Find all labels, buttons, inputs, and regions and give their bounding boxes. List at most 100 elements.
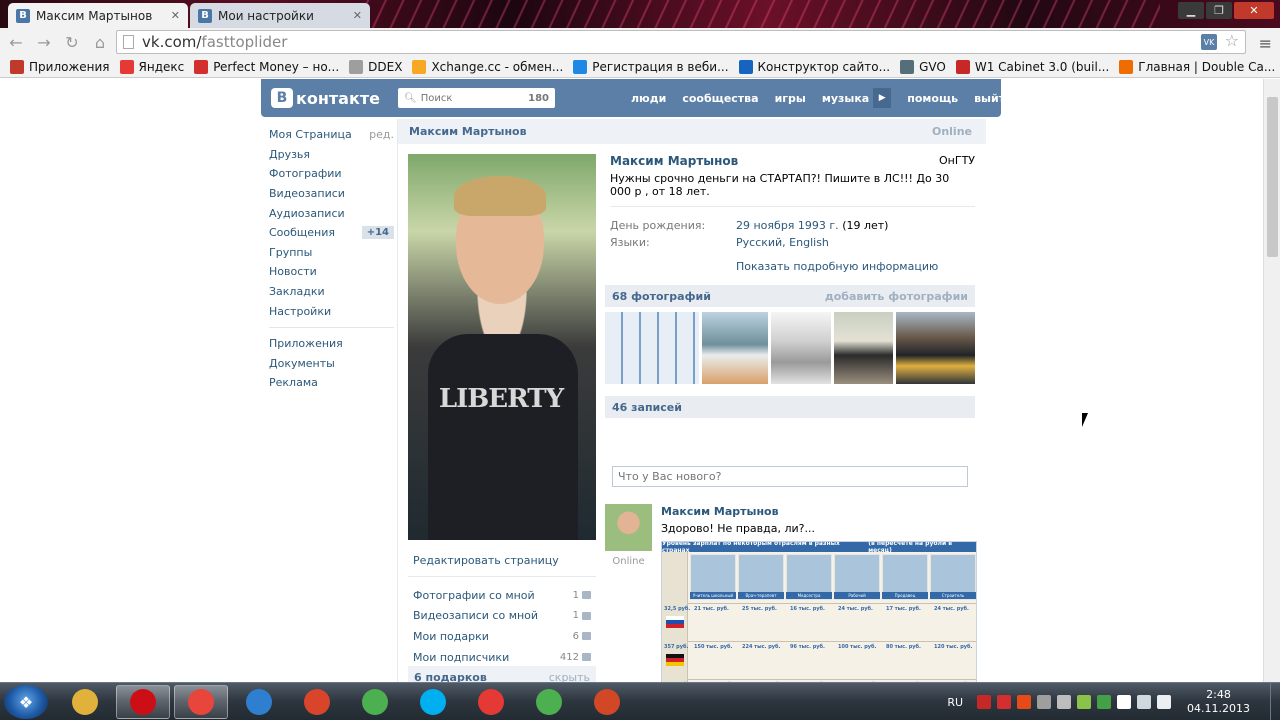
show-more-info-link[interactable]: Показать подробную информацию [736,260,975,273]
profile-link-row[interactable]: Видеозаписи со мной 1 [413,606,591,627]
tray-icon[interactable] [1117,695,1132,709]
bookmark-item[interactable]: GVO [900,59,946,74]
bookmark-item[interactable]: W1 Cabinet 3.0 (buil... [955,59,1109,74]
tab-settings[interactable]: В Мои настройки ✕ [190,3,370,28]
taskbar-app-k-app[interactable] [232,685,286,719]
nav-communities[interactable]: сообщества [674,92,766,105]
menu-icon[interactable]: ≡ [1259,34,1272,53]
sidebar-item[interactable]: Друзья [269,145,394,165]
show-desktop-button[interactable] [1270,683,1280,720]
scrollbar-thumb[interactable] [1267,97,1278,257]
language-indicator[interactable]: RU [947,696,963,709]
nav-people[interactable]: люди [623,92,674,105]
profile-link-row[interactable]: Мои подарки 6 [413,626,591,647]
clock[interactable]: 2:48 04.11.2013 [1187,688,1250,716]
sidebar-item[interactable]: Новости [269,262,394,282]
profile-link-row[interactable]: Фотографии со мной 1 [413,585,591,606]
bookmark-item[interactable]: DDEX [349,59,402,74]
bookmark-item[interactable]: Главная | Double Ca... [1119,59,1275,74]
birthday-value[interactable]: 29 ноября 1993 г. [736,219,839,232]
tab-active[interactable]: В Максим Мартынов ✕ [8,3,188,28]
university[interactable]: ОнГТУ [939,154,975,168]
tray-icon[interactable] [1137,695,1152,709]
tray-icon[interactable] [1017,695,1032,709]
taskbar-app-utorrent[interactable] [522,685,576,719]
tray-icon[interactable] [997,695,1012,709]
photo-thumbnail[interactable] [605,312,700,384]
tray-icon[interactable] [1057,695,1072,709]
sidebar-item[interactable]: Видеозаписи [269,184,394,204]
taskbar-app-chrome[interactable] [174,685,228,719]
sidebar-item[interactable]: Аудиозаписи [269,203,394,223]
sidebar-item[interactable]: Приложения [269,334,394,354]
home-icon[interactable]: ⌂ [88,31,112,53]
address-bar[interactable]: vk.com/fasttoplider VK ☆ [116,30,1246,54]
sidebar-item[interactable]: Моя Страница ред. [269,125,394,145]
photo-thumbnail[interactable] [702,312,769,384]
bookmark-item[interactable]: Perfect Money – но... [194,59,339,74]
page-scrollbar[interactable] [1263,79,1280,682]
reload-icon[interactable]: ↻ [60,31,84,53]
bookmark-item[interactable]: Приложения [10,59,110,74]
post-author-name[interactable]: Максим Мартынов [661,505,779,518]
vk-logo[interactable]: В контакте [271,88,380,108]
profile-avatar[interactable]: LIBERTY [408,154,596,540]
sidebar-item[interactable]: Настройки [269,301,394,321]
taskbar-app-skype[interactable] [406,685,460,719]
edit-link[interactable]: ред. [369,128,394,141]
taskbar-app-star-app[interactable] [290,685,344,719]
photo-thumbnail[interactable] [771,312,832,384]
taskbar-app-opera[interactable] [116,685,170,719]
tray-icon[interactable] [1077,695,1092,709]
forward-icon[interactable]: → [32,31,56,53]
photos-header[interactable]: 68 фотографий добавить фотографии [605,285,975,307]
vk-extension-icon[interactable]: VK [1201,34,1217,50]
nav-music[interactable]: музыка [814,92,877,105]
play-arrow-icon[interactable]: ▶ [873,88,892,108]
sidebar-item[interactable]: Группы [269,243,394,263]
languages-value[interactable]: Русский, English [736,236,829,249]
tray-icon[interactable] [1097,695,1112,709]
minimize-icon[interactable]: ▁ [1178,2,1204,19]
tray-icon[interactable] [1157,695,1172,709]
taskbar-app-explorer[interactable] [58,685,112,719]
photo-thumbnail[interactable] [834,312,894,384]
bookmark-item[interactable]: Конструктор сайто... [738,59,890,74]
sidebar-item[interactable]: Документы [269,354,394,374]
gifts-header[interactable]: 6 подарков скрыть [408,666,596,682]
bookmark-item[interactable]: Яндекс [119,59,184,74]
bookmark-star-icon[interactable]: ☆ [1225,31,1239,50]
search-input[interactable] [420,92,511,104]
profile-link-row[interactable]: Мои подписчики 412 [413,647,591,668]
nav-games[interactable]: игры [767,92,814,105]
gifts-hide-link[interactable]: скрыть [549,671,590,683]
nav-logout[interactable]: выйти [966,92,1021,105]
tray-icon[interactable] [1037,695,1052,709]
edit-page-link[interactable]: Редактировать страницу [413,551,591,569]
search-box[interactable]: 🔍︎ 180 [398,88,555,108]
sidebar-item[interactable]: Реклама [269,373,394,393]
new-post-field[interactable] [612,466,968,487]
taskbar-app-powerpoint[interactable] [580,685,634,719]
bookmark-item[interactable]: Регистрация в веби... [573,59,729,74]
sidebar-item[interactable]: Сообщения +14 [269,223,394,243]
close-icon[interactable]: ✕ [353,9,362,22]
restore-icon[interactable]: ❐ [1206,2,1232,19]
tray-icon[interactable] [977,695,992,709]
add-photos-link[interactable]: добавить фотографии [825,290,968,303]
nav-help[interactable]: помощь [899,92,966,105]
bookmark-item[interactable]: Xchange.cc - обмен... [412,59,563,74]
close-icon[interactable]: ✕ [171,9,180,22]
new-post-input[interactable] [618,470,962,483]
sidebar-item[interactable]: Закладки [269,282,394,302]
close-window-icon[interactable]: ✕ [1234,2,1274,19]
post-author-avatar[interactable] [605,504,652,551]
photo-thumbnail[interactable] [896,312,975,384]
taskbar-app-yandex-browser[interactable] [464,685,518,719]
status-text[interactable]: Нужны срочно деньги на СТАРТАП?! Пишите … [610,172,960,198]
sidebar-item[interactable]: Фотографии [269,164,394,184]
taskbar-app-icq[interactable] [348,685,402,719]
start-button[interactable]: ❖ [4,685,48,719]
back-icon[interactable]: ← [4,31,28,53]
post-infographic-image[interactable]: Уровень зарплат по некоторым отраслям в … [661,541,977,682]
